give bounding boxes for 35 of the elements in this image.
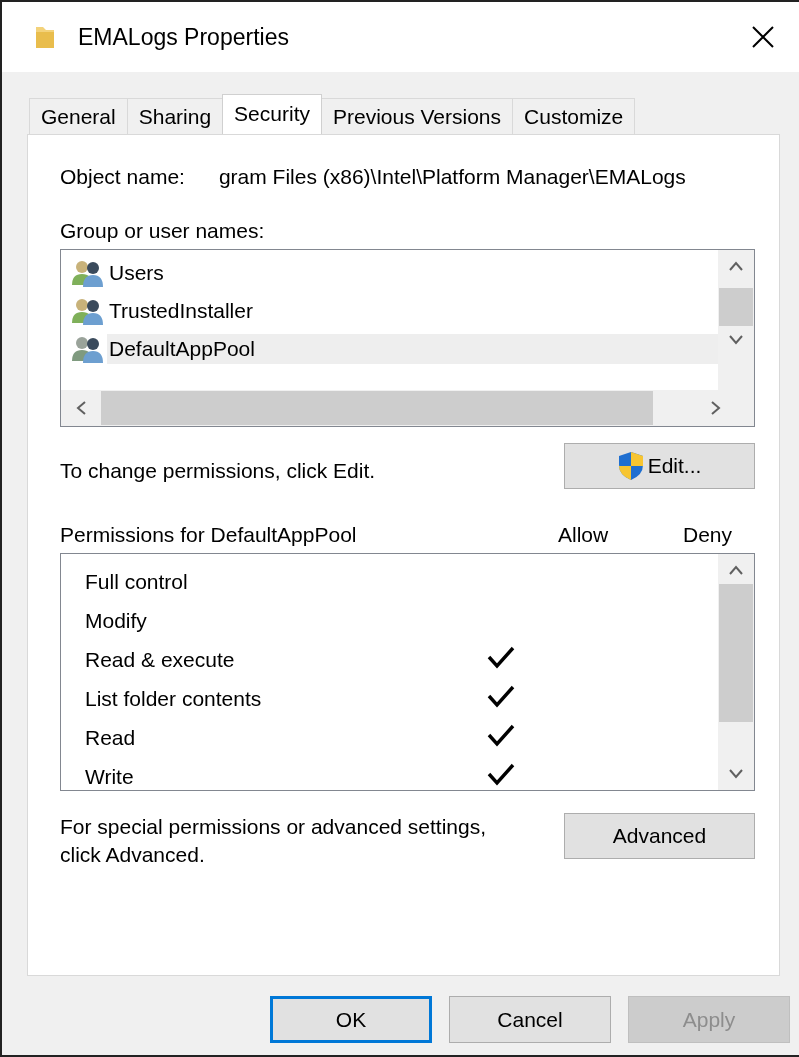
edit-button[interactable]: Edit... xyxy=(564,443,755,489)
section-label: Permissions for DefaultAppPool xyxy=(60,523,358,547)
tab[interactable]: Customize xyxy=(512,98,636,134)
section-label: Group or user names: xyxy=(60,219,266,243)
permission-name: Read & execute xyxy=(85,647,236,672)
close-icon xyxy=(751,25,775,49)
list-item[interactable]: DefaultAppPool xyxy=(107,334,718,364)
tab[interactable]: General xyxy=(29,98,128,134)
permission-name: Modify xyxy=(85,608,148,633)
advanced-button[interactable]: Advanced xyxy=(564,813,755,859)
vertical-scrollbar[interactable] xyxy=(718,554,754,790)
list-item[interactable]: TrustedInstaller xyxy=(107,296,718,326)
field-label: Object name: xyxy=(60,165,185,189)
instruction-text: To change permissions, click Edit. xyxy=(60,459,376,483)
column-header: Allow xyxy=(558,523,609,546)
permission-name: Full control xyxy=(85,569,189,594)
folder-icon xyxy=(34,24,56,50)
group-list[interactable]: Users TrustedInstaller DefaultAppPool xyxy=(60,249,755,427)
column-header: Deny xyxy=(683,523,733,546)
object-name-value: gram Files (x86)\Intel\Platform Manager\EMALogs xyxy=(218,165,686,189)
horizontal-scrollbar[interactable] xyxy=(61,390,754,426)
users-icon xyxy=(71,259,105,287)
list-item[interactable]: Users xyxy=(107,258,718,288)
dialog-button[interactable]: Cancel xyxy=(449,996,611,1043)
window-title: EMALogs Properties xyxy=(78,23,290,51)
users-icon xyxy=(71,335,105,363)
dialog-button[interactable]: OK xyxy=(270,996,432,1043)
permission-name: Write xyxy=(85,764,135,789)
permission-name: List folder contents xyxy=(85,686,263,711)
instruction-text: For special permissions or advanced settings, click Advanced. xyxy=(60,814,488,868)
users-icon xyxy=(71,297,105,325)
vertical-scrollbar[interactable] xyxy=(718,250,754,390)
shield-icon xyxy=(617,451,644,481)
tab[interactable]: Security xyxy=(222,94,322,134)
permission-name: Read xyxy=(85,725,137,750)
